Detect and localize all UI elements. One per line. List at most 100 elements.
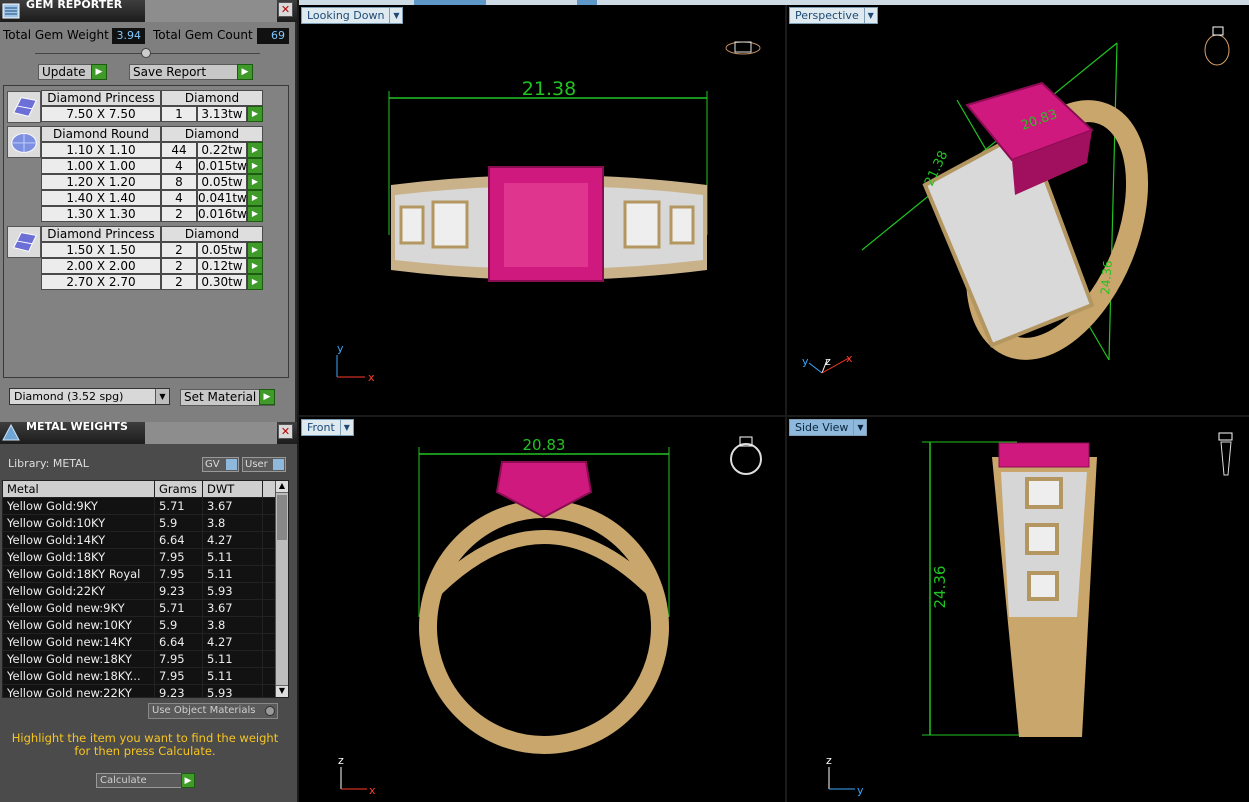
metal-table-row[interactable]: Yellow Gold new:22KY 9.23 5.93	[3, 685, 276, 697]
scroll-thumb[interactable]	[277, 495, 287, 540]
viewport-label[interactable]: Perspective ▼	[789, 7, 878, 24]
metal-table-row[interactable]: Yellow Gold:18KY Royal 7.95 5.11	[3, 566, 276, 583]
metal-table-row[interactable]: Yellow Gold:14KY 6.64 4.27	[3, 532, 276, 549]
axis-gizmo: z y	[826, 754, 864, 797]
svg-text:z: z	[338, 754, 344, 767]
metal-table-row[interactable]: Yellow Gold new:14KY 6.64 4.27	[3, 634, 276, 651]
metal-table-row[interactable]: Yellow Gold new:10KY 5.9 3.8	[3, 617, 276, 634]
set-material-button[interactable]: Set Material ▶	[180, 389, 275, 406]
save-report-go-icon: ▶	[237, 64, 253, 80]
column-header-metal[interactable]: Metal	[3, 481, 155, 498]
calculate-label: Calculate	[100, 775, 147, 786]
metal-weights-titlebar: METAL WEIGHTS ✕	[0, 420, 297, 444]
metal-weights-icon	[2, 424, 20, 441]
metal-table-row[interactable]: Yellow Gold new:18KY... 7.95 5.11	[3, 668, 276, 685]
select-gem-icon[interactable]: ▶	[247, 142, 263, 158]
svg-text:y: y	[337, 342, 344, 355]
ring-side-icon[interactable]	[1218, 432, 1233, 476]
column-header-dwt[interactable]: DWT	[203, 481, 263, 498]
princess-gem-icon	[7, 226, 41, 258]
material-select[interactable]: Diamond (3.52 spg) ▼	[9, 388, 170, 405]
select-gem-icon[interactable]: ▶	[247, 174, 263, 190]
metal-name-cell: Yellow Gold:14KY	[3, 532, 155, 549]
viewport-looking-down[interactable]: Looking Down ▼ 21.38 y x	[299, 5, 785, 415]
metal-name-cell: Yellow Gold new:10KY	[3, 617, 155, 634]
close-metal-weights-icon[interactable]: ✕	[278, 424, 293, 439]
gv-toggle-indicator	[226, 459, 237, 470]
metal-name-cell: Yellow Gold:9KY	[3, 498, 155, 515]
axis-gizmo: z x	[338, 754, 376, 797]
svg-text:x: x	[369, 784, 376, 797]
svg-text:z: z	[826, 754, 832, 767]
gv-label: GV	[205, 459, 220, 470]
metal-table-row[interactable]: Yellow Gold:10KY 5.9 3.8	[3, 515, 276, 532]
user-toggle-indicator	[273, 459, 284, 470]
metal-table-row[interactable]: Yellow Gold new:18KY 7.95 5.11	[3, 651, 276, 668]
close-gem-reporter-icon[interactable]: ✕	[278, 2, 293, 17]
material-select-value: Diamond (3.52 spg)	[14, 390, 124, 403]
gem-facet	[504, 183, 588, 267]
orbit-ring-icon[interactable]	[1204, 26, 1230, 66]
chevron-down-icon[interactable]: ▼	[853, 420, 866, 435]
update-button[interactable]: Update ▶	[38, 64, 107, 80]
grams-cell: 5.9	[155, 515, 203, 532]
set-material-go-icon: ▶	[259, 389, 275, 405]
metal-table-row[interactable]: Yellow Gold:22KY 9.23 5.93	[3, 583, 276, 600]
orbit-ring-icon[interactable]	[725, 41, 761, 55]
viewport-label[interactable]: Looking Down ▼	[301, 7, 404, 24]
metal-name-cell: Yellow Gold:18KY Royal	[3, 566, 155, 583]
select-gem-icon[interactable]: ▶	[247, 258, 263, 274]
dwt-cell: 3.67	[203, 600, 263, 617]
viewport-side-view[interactable]: Side View ▼ 24.36 z y	[787, 417, 1249, 802]
total-gem-weight-value: 3.94	[112, 28, 145, 44]
viewport-perspective[interactable]: Perspective ▼ 20.83 21.38 24.36 y z x	[787, 5, 1249, 415]
select-gem-icon[interactable]: ▶	[247, 158, 263, 174]
scroll-up-icon[interactable]: ▲	[276, 481, 288, 493]
metal-table-row[interactable]: Yellow Gold new:9KY 5.71 3.67	[3, 600, 276, 617]
metal-table-row[interactable]: Yellow Gold:18KY 7.95 5.11	[3, 549, 276, 566]
dimension-label: 24.36	[1098, 260, 1115, 295]
top-view-render: 21.38 y x	[336, 41, 761, 384]
chevron-down-icon[interactable]: ▼	[155, 389, 169, 404]
dwt-cell: 5.93	[203, 583, 263, 600]
dwt-cell: 5.11	[203, 668, 263, 685]
user-toggle[interactable]: User	[242, 457, 286, 472]
select-gem-icon[interactable]: ▶	[247, 206, 263, 222]
ring-icon[interactable]	[730, 436, 762, 475]
save-report-button[interactable]: Save Report ▶	[129, 64, 253, 80]
column-header-grams[interactable]: Grams	[155, 481, 203, 498]
grams-cell: 7.95	[155, 566, 203, 583]
grams-cell: 7.95	[155, 549, 203, 566]
round-gem-icon	[7, 126, 41, 158]
metal-table-scrollbar[interactable]: ▲ ▼	[275, 481, 288, 697]
select-gem-icon[interactable]: ▶	[247, 106, 263, 122]
select-gem-icon[interactable]: ▶	[247, 274, 263, 290]
gv-toggle[interactable]: GV	[202, 457, 239, 472]
update-go-icon: ▶	[91, 64, 107, 80]
chevron-down-icon[interactable]: ▼	[389, 8, 402, 23]
dwt-cell: 5.11	[203, 651, 263, 668]
perspective-render: 20.83 21.38 24.36 y z x	[802, 26, 1230, 374]
viewport-label-active[interactable]: Side View ▼	[789, 419, 868, 436]
dwt-cell: 5.11	[203, 549, 263, 566]
metal-weights-title: METAL WEIGHTS	[26, 420, 128, 433]
calculate-button[interactable]: Calculate ▶	[96, 773, 195, 788]
select-gem-icon[interactable]: ▶	[247, 242, 263, 258]
ring-shank	[419, 500, 669, 754]
gem-list: Diamond Princess Diamond 7.50 X 7.50 1 3.13…	[3, 85, 289, 378]
splitter-handle-icon[interactable]	[141, 48, 151, 58]
use-object-materials-toggle[interactable]: Use Object Materials	[148, 703, 278, 719]
library-label: Library: METAL	[8, 457, 89, 470]
chevron-down-icon[interactable]: ▼	[863, 8, 877, 23]
scroll-down-icon[interactable]: ▼	[276, 685, 288, 697]
viewport-front[interactable]: Front ▼ 20.83 z x	[299, 417, 785, 802]
svg-text:y: y	[802, 355, 809, 368]
metal-table-row[interactable]: Yellow Gold:9KY 5.71 3.67	[3, 498, 276, 515]
select-gem-icon[interactable]: ▶	[247, 190, 263, 206]
side-gem	[669, 205, 695, 245]
side-gem	[399, 205, 425, 245]
viewport-label[interactable]: Front ▼	[301, 419, 354, 436]
chevron-down-icon[interactable]: ▼	[339, 420, 353, 435]
metal-name-cell: Yellow Gold:22KY	[3, 583, 155, 600]
side-gem	[1025, 523, 1059, 555]
